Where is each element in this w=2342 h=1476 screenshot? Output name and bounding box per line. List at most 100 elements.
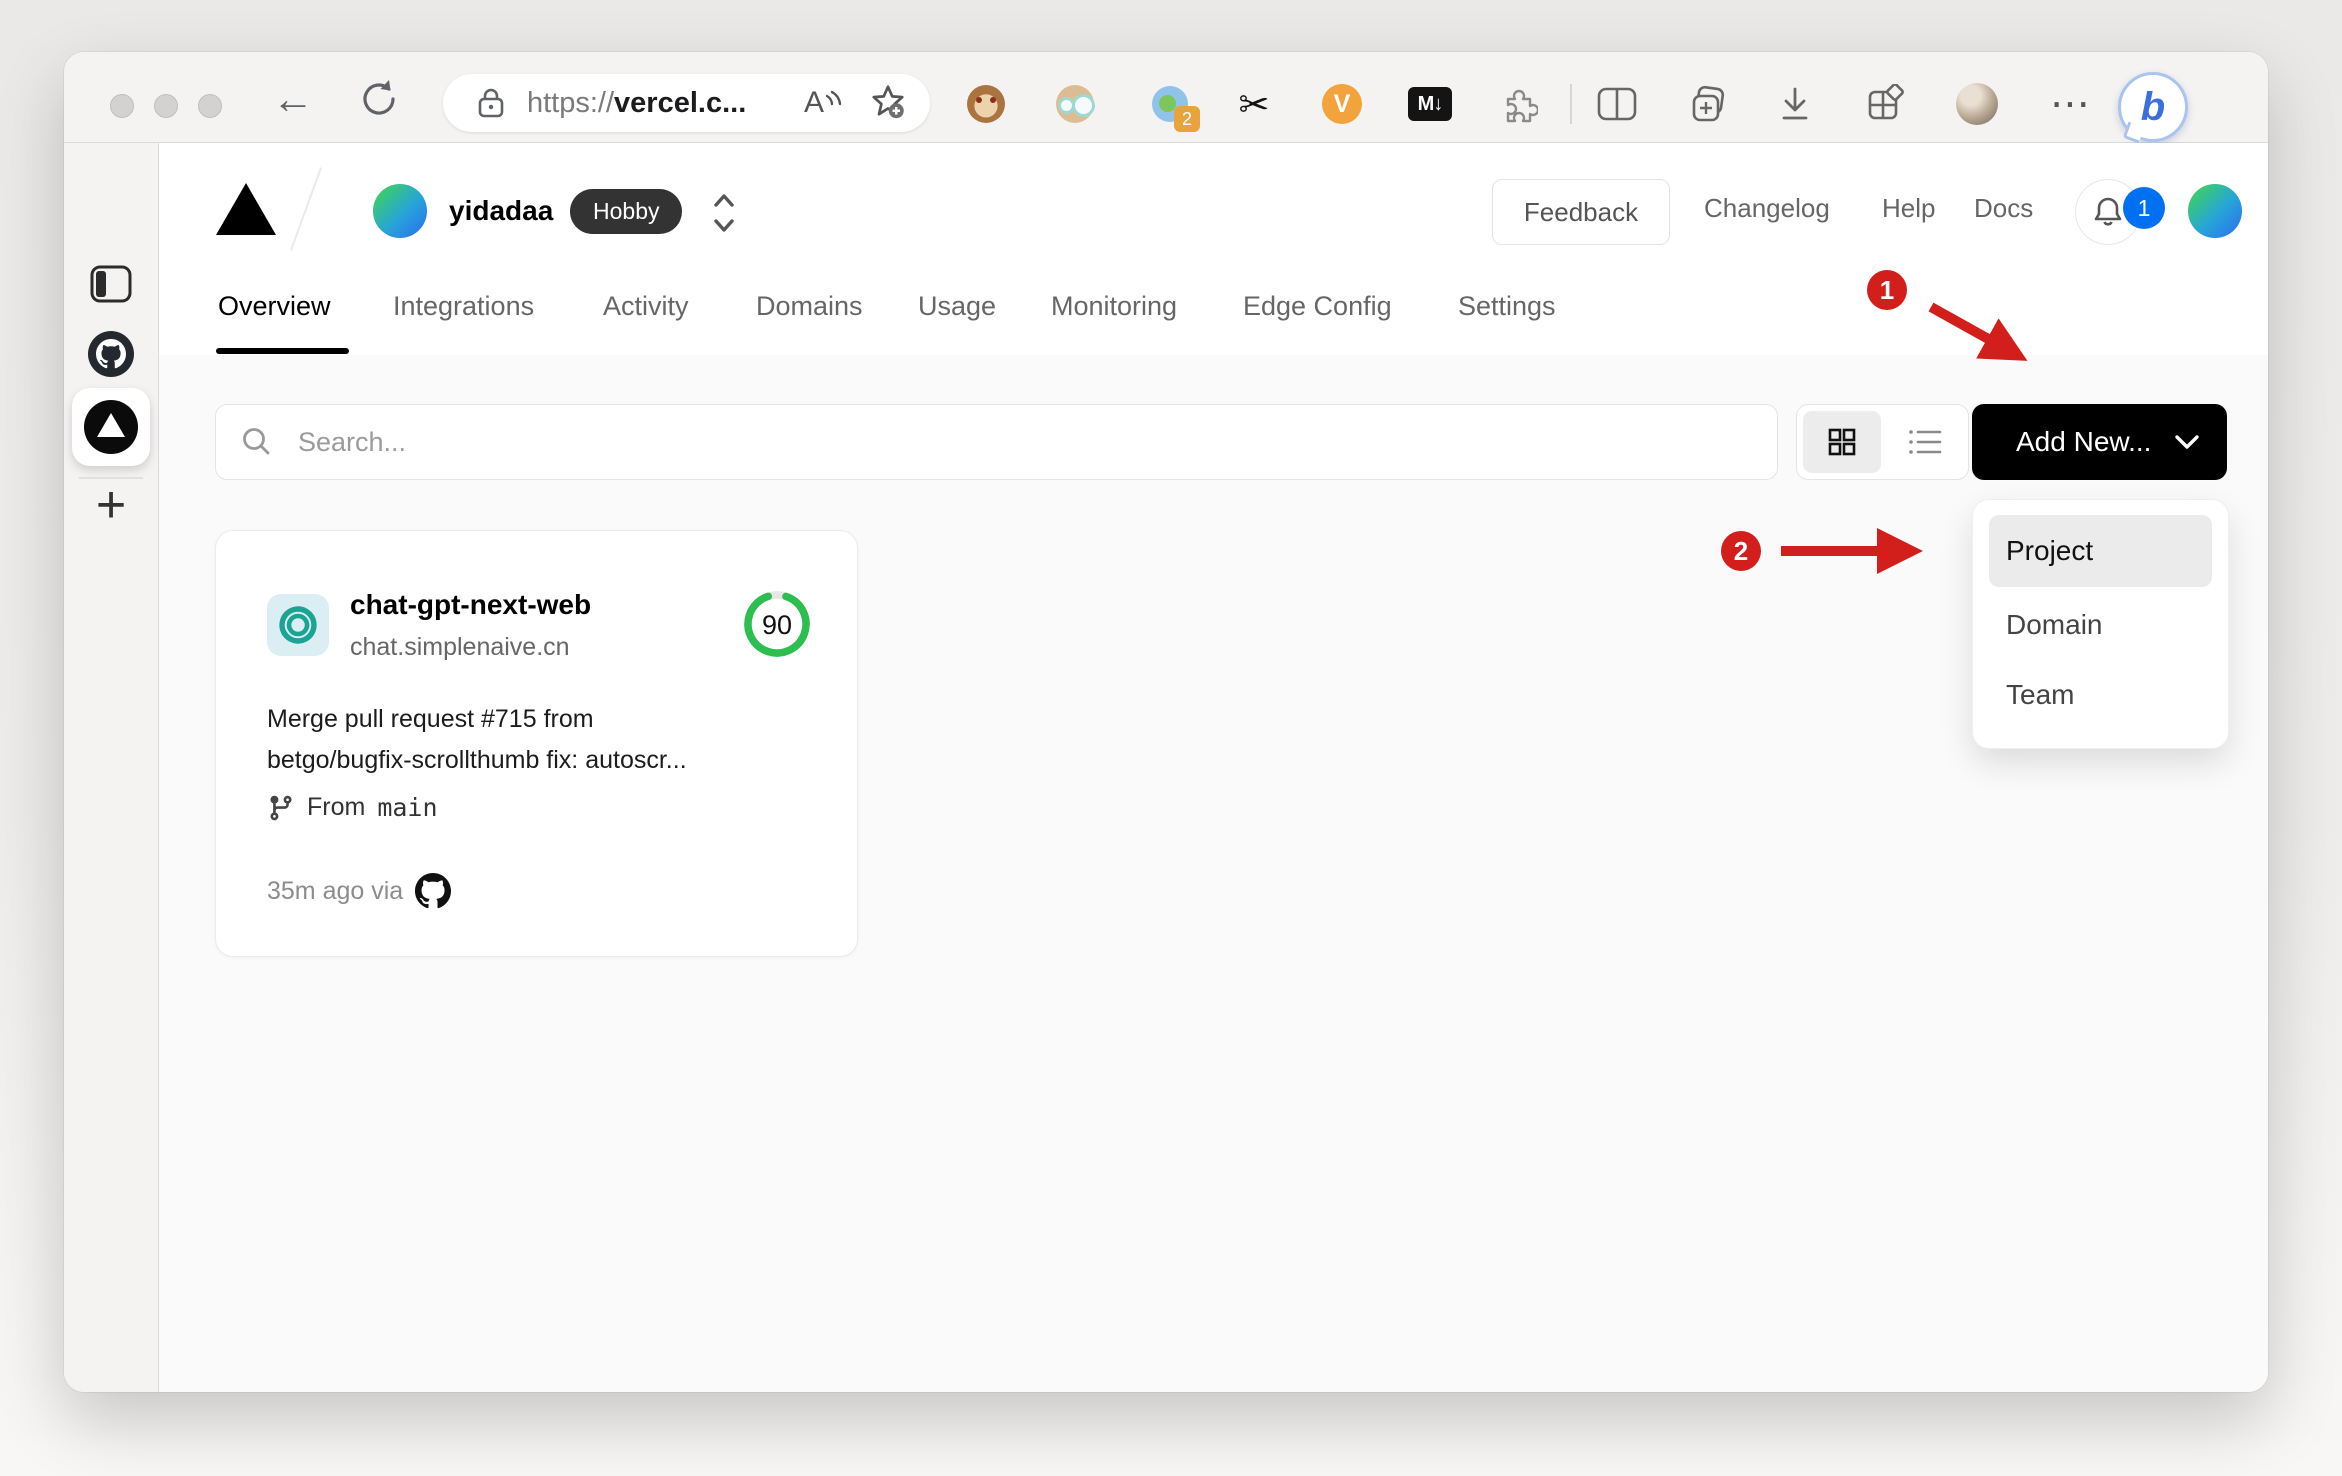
favorite-star-icon bbox=[872, 84, 904, 118]
url-host: vercel.c... bbox=[614, 86, 747, 119]
vercel-header: yidadaa Hobby Feedback Changelog Help Do… bbox=[159, 143, 2268, 356]
split-screen-icon bbox=[1597, 87, 1637, 121]
dropdown-item-project[interactable]: Project bbox=[1989, 515, 2212, 587]
split-screen-button[interactable] bbox=[1595, 82, 1639, 126]
team-switcher-button[interactable] bbox=[711, 189, 737, 242]
docs-link[interactable]: Docs bbox=[1974, 193, 2033, 224]
tab-overview[interactable]: Overview bbox=[218, 291, 331, 322]
url-scheme: https:// bbox=[527, 86, 615, 119]
tab-usage[interactable]: Usage bbox=[918, 291, 996, 322]
extensions-menu-button[interactable] bbox=[1497, 82, 1541, 126]
toolbar-divider bbox=[1570, 84, 1572, 124]
puzzle-icon bbox=[1506, 89, 1538, 123]
commit-message[interactable]: Merge pull request #715 from betgo/bugfi… bbox=[267, 699, 797, 781]
add-favorite-button[interactable] bbox=[870, 83, 906, 124]
branch-row: From main bbox=[267, 793, 438, 822]
read-aloud-button[interactable]: A bbox=[804, 86, 844, 120]
refresh-icon bbox=[363, 80, 395, 115]
team-avatar[interactable] bbox=[373, 184, 427, 238]
zoom-window-button[interactable] bbox=[198, 94, 222, 118]
dropdown-item-domain[interactable]: Domain bbox=[1989, 589, 2212, 661]
tab-settings[interactable]: Settings bbox=[1458, 291, 1556, 322]
branch-name[interactable]: main bbox=[377, 793, 437, 822]
list-view-button[interactable] bbox=[1881, 426, 1968, 458]
project-favicon bbox=[267, 594, 329, 656]
collections-icon bbox=[1692, 85, 1725, 122]
annotation-step-1: 1 bbox=[1867, 270, 1907, 310]
project-name[interactable]: chat-gpt-next-web bbox=[350, 589, 591, 621]
active-tab-underline bbox=[216, 348, 349, 354]
tab-monitoring[interactable]: Monitoring bbox=[1051, 291, 1177, 322]
feedback-button[interactable]: Feedback bbox=[1492, 179, 1670, 245]
lock-icon bbox=[478, 88, 504, 118]
browser-toolbar: ← https://vercel.c... A 2 ✂ V M↓ ⋯ b bbox=[64, 52, 2268, 143]
tampermonkey-extension-button[interactable] bbox=[964, 82, 1008, 126]
new-tab-button[interactable]: + bbox=[64, 476, 158, 534]
vercel-page: yidadaa Hobby Feedback Changelog Help Do… bbox=[159, 143, 2268, 1392]
grid-view-icon bbox=[1828, 428, 1856, 456]
github-tab[interactable] bbox=[64, 331, 158, 377]
annotation-step-2: 2 bbox=[1721, 531, 1761, 571]
commit-line-2: betgo/bugfix-scrollthumb fix: autoscr... bbox=[267, 746, 687, 774]
markdown-extension-button[interactable]: M↓ bbox=[1408, 82, 1452, 126]
search-input[interactable] bbox=[296, 425, 1753, 459]
elder-face-icon bbox=[1056, 85, 1094, 123]
changelog-link[interactable]: Changelog bbox=[1704, 193, 1830, 224]
tab-integrations[interactable]: Integrations bbox=[393, 291, 534, 322]
git-branch-icon bbox=[270, 795, 292, 820]
window-controls bbox=[110, 94, 222, 118]
plus-icon: + bbox=[95, 476, 127, 534]
browser-side-strip: + bbox=[64, 143, 159, 1392]
scissors-icon: ✂ bbox=[1238, 83, 1270, 125]
tab-activity[interactable]: Activity bbox=[603, 291, 689, 322]
branch-prefix: From bbox=[307, 793, 366, 821]
breadcrumb-slash bbox=[290, 167, 322, 251]
translate-extension-button[interactable]: 2 bbox=[1148, 82, 1200, 132]
search-icon bbox=[243, 428, 270, 455]
project-card[interactable]: chat-gpt-next-web chat.simplenaive.cn 90… bbox=[215, 530, 858, 957]
back-button[interactable]: ← bbox=[272, 78, 314, 120]
collections-button[interactable] bbox=[1686, 82, 1730, 126]
score-value: 90 bbox=[762, 610, 792, 640]
download-icon bbox=[1782, 87, 1808, 120]
profile-button[interactable] bbox=[1955, 82, 1999, 126]
settings-more-button[interactable]: ⋯ bbox=[2048, 82, 2092, 126]
close-window-button[interactable] bbox=[110, 94, 134, 118]
team-name[interactable]: yidadaa bbox=[449, 195, 553, 227]
user-avatar[interactable] bbox=[2188, 184, 2242, 238]
sidebar-panel-icon bbox=[90, 265, 132, 303]
vercel-tab-active[interactable] bbox=[64, 388, 158, 466]
lighthouse-score[interactable]: 90 bbox=[740, 587, 814, 666]
github-icon bbox=[88, 331, 134, 377]
github-source-icon bbox=[415, 873, 452, 909]
video-extension-button[interactable]: V bbox=[1320, 82, 1364, 126]
scissors-extension-button[interactable]: ✂ bbox=[1232, 82, 1276, 126]
vercel-body: Add New... bbox=[159, 355, 2268, 1392]
address-bar[interactable]: https://vercel.c... A bbox=[443, 74, 930, 132]
plan-badge: Hobby bbox=[570, 189, 683, 234]
chevron-up-down-icon bbox=[714, 194, 734, 232]
tab-edge-config[interactable]: Edge Config bbox=[1243, 291, 1392, 322]
vercel-logo-icon[interactable] bbox=[216, 183, 276, 235]
deploy-meta-row: 35m ago via bbox=[267, 873, 452, 909]
downloads-button[interactable] bbox=[1773, 82, 1817, 126]
grid-view-button[interactable] bbox=[1803, 411, 1881, 473]
tab-domains[interactable]: Domains bbox=[756, 291, 863, 322]
refresh-button[interactable] bbox=[356, 76, 402, 129]
search-box[interactable] bbox=[215, 404, 1778, 480]
avatar-extension-button[interactable] bbox=[1053, 82, 1097, 126]
notification-count-badge[interactable]: 1 bbox=[2123, 187, 2165, 229]
url-text[interactable]: https://vercel.c... bbox=[527, 87, 746, 120]
bing-copilot-button[interactable]: b bbox=[2118, 72, 2188, 142]
project-domain[interactable]: chat.simplenaive.cn bbox=[350, 633, 570, 662]
dropdown-item-team[interactable]: Team bbox=[1989, 659, 2212, 731]
add-new-dropdown: Project Domain Team bbox=[1973, 500, 2228, 748]
minimize-window-button[interactable] bbox=[154, 94, 178, 118]
apps-button[interactable] bbox=[1863, 82, 1907, 126]
monkey-icon bbox=[967, 85, 1005, 123]
commit-line-1: Merge pull request #715 from bbox=[267, 705, 594, 733]
extension-badge: 2 bbox=[1174, 106, 1200, 132]
add-new-button[interactable]: Add New... bbox=[1972, 404, 2227, 480]
help-link[interactable]: Help bbox=[1882, 193, 1935, 224]
toggle-sidebar-button[interactable] bbox=[64, 265, 158, 303]
